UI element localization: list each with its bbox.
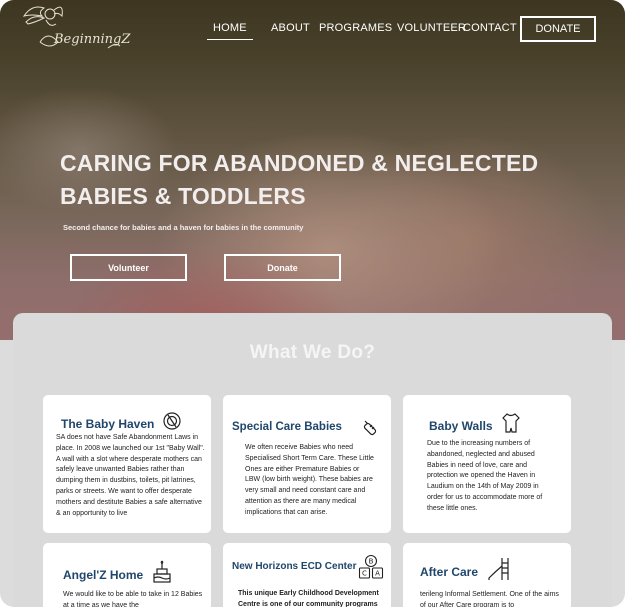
card-after-care[interactable]: After Care terileng Informal Settlement.… — [403, 543, 571, 607]
hero-title: CARING FOR ABANDONED & NEGLECTED BABIES … — [60, 150, 539, 209]
card-baby-walls[interactable]: Baby Walls Due to the increasing numbers… — [403, 395, 571, 533]
card-title: New Horizons ECD Center — [232, 561, 357, 572]
donate-button[interactable]: Donate — [224, 254, 341, 281]
card-description: terileng Informal Settlement. One of the… — [420, 591, 559, 607]
baby-bottle-icon — [162, 411, 182, 435]
nav-programes[interactable]: PROGRAMES — [319, 22, 392, 34]
svg-text:A: A — [375, 570, 380, 578]
card-angelz-home[interactable]: Angel'Z Home We would like to be able to… — [43, 543, 211, 607]
card-title: After Care — [420, 565, 479, 579]
svg-text:C: C — [362, 570, 367, 578]
card-baby-haven[interactable]: The Baby Haven SA does not have Safe Aba… — [43, 395, 211, 533]
card-title: Angel'Z Home — [63, 568, 144, 582]
nav-about[interactable]: ABOUT — [271, 22, 310, 34]
abc-blocks-icon: BCA — [358, 554, 384, 584]
hero-subtitle: Second chance for babies and a haven for… — [63, 223, 304, 232]
nav-volunteer[interactable]: VOLUNTEER — [397, 22, 466, 34]
card-description: We would like to be able to take in 12 B… — [63, 591, 203, 607]
svg-text:B: B — [369, 558, 374, 566]
card-title: The Baby Haven — [61, 417, 155, 431]
slide-icon — [487, 556, 513, 586]
nav-contact[interactable]: CONTACT — [463, 22, 517, 34]
card-new-horizons-ecd[interactable]: New Horizons ECD Center BCA This unique … — [223, 543, 391, 607]
nav-home[interactable]: HOME — [207, 22, 253, 40]
volunteer-button[interactable]: Volunteer — [70, 254, 187, 281]
card-title: Special Care Babies — [232, 421, 342, 433]
section-title: What We Do? — [249, 342, 376, 363]
feeding-bottle-icon — [361, 417, 381, 441]
card-description: This unique Early Childhood Development … — [238, 590, 379, 607]
card-title: Baby Walls — [429, 419, 493, 433]
onesie-icon — [501, 412, 521, 438]
page: BeginningZ HOME ABOUT PROGRAMES VOLUNTEE… — [0, 0, 625, 607]
what-we-do-section: What We Do? The Baby Haven SA does not h… — [13, 313, 612, 607]
card-description: We often receive Babies who need Special… — [245, 444, 374, 516]
cake-icon — [151, 560, 173, 588]
card-special-care-babies[interactable]: Special Care Babies We often receive Bab… — [223, 395, 391, 533]
card-description: Due to the increasing numbers of abandon… — [427, 440, 543, 512]
card-description: SA does not have Safe Abandonment Laws i… — [56, 434, 205, 517]
nav-donate-button[interactable]: DONATE — [520, 16, 596, 42]
